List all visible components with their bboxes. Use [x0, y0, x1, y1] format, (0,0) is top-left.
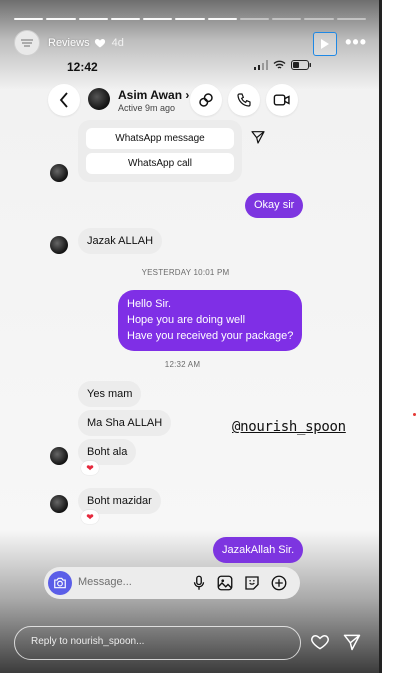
- incoming-message[interactable]: Yes mam: [78, 381, 142, 407]
- voice-call-button[interactable]: [228, 84, 260, 116]
- contact-chevron: ›: [185, 88, 190, 102]
- gallery-icon[interactable]: [216, 574, 234, 592]
- heart-reaction[interactable]: ❤: [81, 510, 99, 524]
- incoming-message[interactable]: Ma Sha ALLAH: [78, 410, 172, 436]
- story-reply-input[interactable]: Reply to nourish_spoon...: [14, 626, 301, 660]
- chevron-left-icon: [59, 92, 68, 108]
- message-line: Have you received your package?: [127, 330, 294, 342]
- message-avatar: [50, 236, 68, 254]
- incoming-message[interactable]: Jazak ALLAH: [78, 228, 163, 254]
- video-camera-icon: [273, 94, 290, 106]
- video-call-button[interactable]: [266, 84, 298, 116]
- whatsapp-card: WhatsApp message WhatsApp call: [78, 120, 242, 182]
- like-heart-icon[interactable]: [310, 632, 330, 652]
- progress-segment: [272, 18, 302, 20]
- progress-segment: [175, 18, 205, 20]
- back-button[interactable]: [48, 84, 80, 116]
- wifi-icon: [273, 60, 286, 69]
- contact-name[interactable]: Asim Awan ›: [118, 88, 189, 102]
- story-viewer: Reviews 4d ••• 12:42 Asim Awan › Active …: [0, 0, 381, 673]
- progress-segment: [143, 18, 173, 20]
- share-arrow-icon[interactable]: [250, 129, 266, 145]
- timestamp: 12:32 AM: [164, 360, 201, 369]
- sticker-icon[interactable]: [243, 574, 261, 592]
- message-line: Hope you are doing well: [127, 314, 246, 326]
- message-composer: Message...: [44, 567, 300, 599]
- message-line: Hello Sir.: [127, 298, 172, 310]
- contact-avatar[interactable]: [88, 88, 110, 110]
- battery-icon: [291, 60, 311, 70]
- progress-segment: [78, 18, 108, 20]
- heart-reaction[interactable]: ❤: [81, 461, 99, 475]
- avatar-logo-icon: [21, 39, 33, 47]
- progress-segment: [110, 18, 141, 20]
- whatsapp-call-button[interactable]: WhatsApp call: [86, 153, 234, 174]
- message-avatar: [50, 447, 68, 465]
- timestamp: YESTERDAY 10:01 PM: [141, 268, 230, 277]
- progress-segment: [46, 18, 76, 20]
- signal-icon: [254, 60, 268, 70]
- status-icons: [254, 60, 311, 70]
- play-icon: [321, 39, 329, 49]
- progress-segment: [14, 18, 44, 20]
- message-avatar: [50, 495, 68, 513]
- link-icon: [199, 93, 213, 107]
- story-time-ago: 4d: [111, 37, 124, 49]
- microphone-icon[interactable]: [190, 574, 208, 592]
- story-header: Reviews 4d •••: [14, 30, 367, 56]
- message-input[interactable]: Message...: [78, 576, 132, 588]
- progress-segment: [336, 18, 366, 20]
- outgoing-message[interactable]: Okay sir: [245, 193, 304, 218]
- indicator-dot: [413, 413, 416, 416]
- phone-icon: [237, 93, 251, 107]
- chat-header: Asim Awan › Active 9m ago: [48, 84, 300, 120]
- outgoing-message[interactable]: Hello Sir. Hope you are doing well Have …: [118, 290, 303, 351]
- camera-button[interactable]: [48, 571, 72, 595]
- link-button[interactable]: [190, 84, 222, 116]
- message-avatar: [50, 164, 68, 182]
- progress-segment: [207, 18, 237, 20]
- story-avatar[interactable]: [14, 30, 40, 56]
- more-options-button[interactable]: •••: [345, 30, 367, 54]
- reply-placeholder: Reply to nourish_spoon...: [31, 636, 145, 647]
- mention-sticker[interactable]: @nourish_spoon: [232, 419, 346, 435]
- contact-status: Active 9m ago: [118, 103, 176, 113]
- story-username[interactable]: Reviews: [48, 37, 90, 49]
- phone-status-bar: 12:42: [65, 60, 311, 76]
- story-progress-bar: [14, 18, 366, 20]
- highlight-heart-icon: [94, 39, 105, 48]
- add-circle-icon[interactable]: [270, 574, 288, 592]
- outgoing-message[interactable]: JazakAllah Sir.: [213, 537, 304, 563]
- camera-icon: [54, 577, 66, 589]
- progress-segment: [239, 18, 270, 20]
- whatsapp-message-button[interactable]: WhatsApp message: [86, 128, 234, 149]
- send-icon[interactable]: [342, 632, 362, 652]
- viewer-edge: [379, 0, 382, 673]
- play-button[interactable]: [313, 32, 337, 56]
- progress-segment: [304, 18, 334, 20]
- phone-clock: 12:42: [67, 60, 98, 74]
